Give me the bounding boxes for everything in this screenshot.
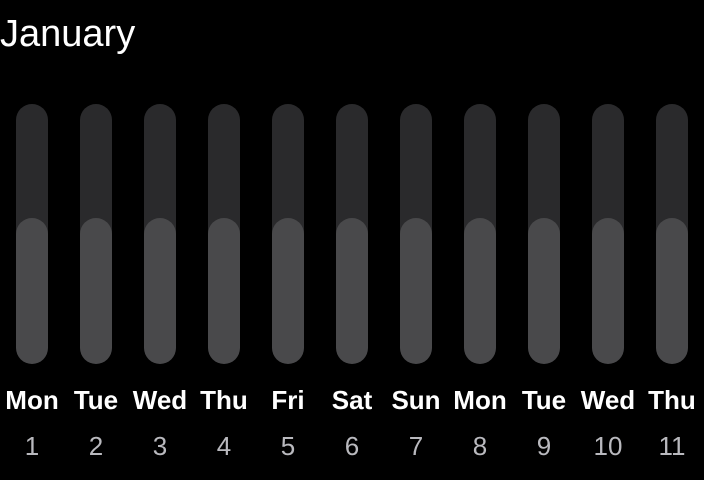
day-level-track: [16, 104, 48, 364]
day-level-track: [400, 104, 432, 364]
day-level-track: [144, 104, 176, 364]
day-level-fill: [144, 218, 176, 364]
day-level-track: [528, 104, 560, 364]
day-number: 10: [593, 431, 623, 461]
day-column[interactable]: Mon 1: [0, 0, 64, 480]
day-level-track: [80, 104, 112, 364]
day-column[interactable]: Sun 7: [384, 0, 448, 480]
day-column[interactable]: Tue 2: [64, 0, 128, 480]
day-level-fill: [16, 218, 48, 364]
day-name: Wed: [580, 385, 636, 415]
day-level-fill: [336, 218, 368, 364]
day-level-fill: [528, 218, 560, 364]
day-column[interactable]: Sat 6: [320, 0, 384, 480]
day-column[interactable]: Mon 8: [448, 0, 512, 480]
day-level-track: [464, 104, 496, 364]
day-level-fill: [208, 218, 240, 364]
day-level-fill: [80, 218, 112, 364]
day-level-fill: [272, 218, 304, 364]
day-name: Thu: [200, 385, 248, 415]
day-column[interactable]: Thu 11: [640, 0, 704, 480]
day-level-fill: [592, 218, 624, 364]
day-name: Mon: [453, 385, 507, 415]
day-number: 3: [152, 431, 168, 461]
day-number: 1: [24, 431, 40, 461]
day-column[interactable]: Wed 3: [128, 0, 192, 480]
day-level-track: [592, 104, 624, 364]
day-name: Tue: [73, 385, 119, 415]
day-level-track: [336, 104, 368, 364]
day-name: Fri: [271, 385, 305, 415]
day-number: 8: [472, 431, 488, 461]
day-column[interactable]: Fri 5: [256, 0, 320, 480]
day-name: Thu: [648, 385, 696, 415]
day-column[interactable]: Wed 10: [576, 0, 640, 480]
day-level-fill: [464, 218, 496, 364]
day-name: Mon: [5, 385, 59, 415]
day-number: 11: [658, 431, 686, 461]
day-name: Sun: [391, 385, 441, 415]
day-name: Wed: [132, 385, 188, 415]
day-number: 2: [88, 431, 104, 461]
day-level-track: [208, 104, 240, 364]
day-name: Tue: [521, 385, 567, 415]
day-number: 9: [536, 431, 552, 461]
day-number: 6: [344, 431, 360, 461]
day-number: 4: [216, 431, 232, 461]
day-level-fill: [656, 218, 688, 364]
day-column[interactable]: Thu 4: [192, 0, 256, 480]
day-level-fill: [400, 218, 432, 364]
day-number: 7: [408, 431, 424, 461]
day-column[interactable]: Tue 9: [512, 0, 576, 480]
day-strip: Mon 1 Tue 2 Wed 3 Thu 4 Fri 5 Sat 6 Sun …: [0, 0, 704, 480]
day-name: Sat: [331, 385, 373, 415]
day-number: 5: [280, 431, 296, 461]
day-level-track: [656, 104, 688, 364]
day-level-track: [272, 104, 304, 364]
